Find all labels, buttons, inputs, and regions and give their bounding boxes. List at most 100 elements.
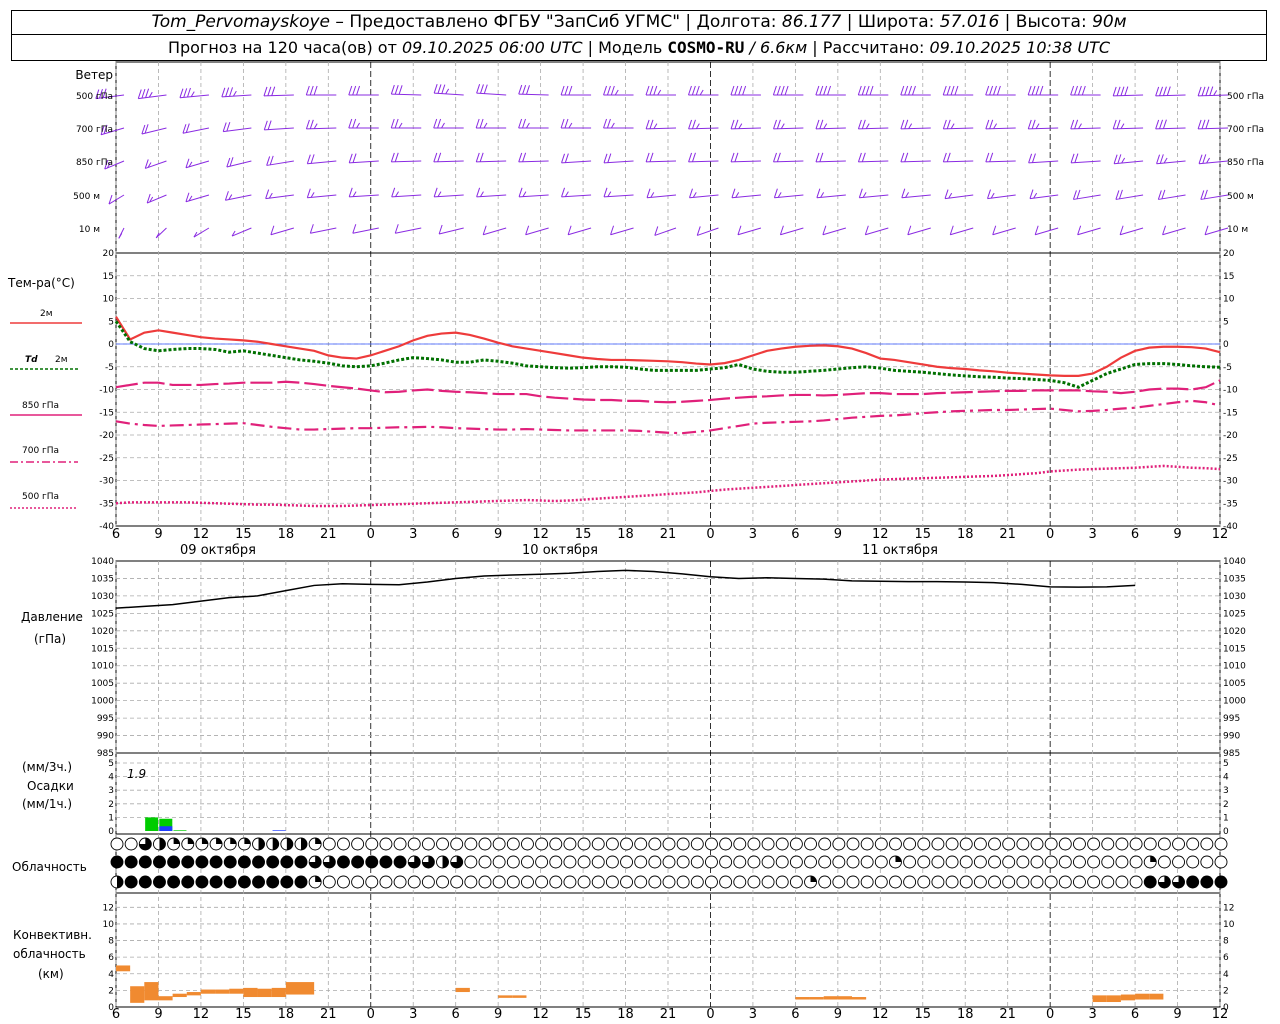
x-tick-label: 15 — [575, 527, 592, 542]
y-tick-label-right: -30 — [1223, 477, 1238, 487]
y-tick-label-right: 2 — [1223, 986, 1229, 996]
convective-bar — [795, 997, 810, 1000]
wind-barb-feather — [352, 224, 357, 234]
wind-barb-feather — [1077, 225, 1082, 235]
cloud-symbol — [223, 855, 237, 869]
wind-barb-feather — [908, 85, 913, 96]
wind-barb-feather — [1118, 189, 1123, 200]
wind-barb-feather — [730, 152, 735, 163]
wind-barb-feather — [734, 152, 739, 162]
wind-barb-feather — [1205, 119, 1210, 129]
cloud-symbol — [1172, 855, 1185, 869]
cloud-symbol — [110, 837, 124, 851]
x-tick-label: 6 — [791, 1007, 799, 1022]
x-tick-label: 0 — [1046, 1007, 1054, 1022]
y-tick-label-right: 1 — [1223, 813, 1229, 823]
wind-barb-feather — [996, 85, 1001, 96]
cloud-symbol — [620, 875, 633, 889]
y-tick-label: 1030 — [91, 592, 114, 602]
cloud-symbol — [478, 837, 492, 851]
y-tick-label-right: 1035 — [1223, 574, 1246, 584]
x-tick-label: 9 — [834, 527, 842, 542]
x-tick-label: 12 — [872, 1007, 889, 1022]
wind-barb-feather — [1124, 86, 1129, 96]
conv-unit: (км) — [38, 967, 64, 981]
cloud-symbol — [407, 875, 421, 889]
cloud-symbol — [237, 855, 251, 869]
cloud-symbol — [1115, 855, 1129, 869]
cloud-symbol — [167, 855, 181, 869]
y-tick-label-right: 10 — [1223, 295, 1235, 305]
cloud-symbol — [860, 837, 874, 851]
cloud-symbol — [1016, 875, 1030, 889]
y-tick-label-right: 985 — [1223, 749, 1240, 759]
wind-barb-feather — [441, 84, 446, 94]
cloud-symbol — [492, 855, 506, 869]
cloud-symbol — [789, 855, 803, 869]
wind-barb-feather — [568, 85, 573, 96]
y-tick-label: 20 — [103, 249, 115, 259]
cloud-fill — [159, 838, 166, 850]
wind-barb-feather — [560, 118, 565, 129]
wind-barb-feather — [229, 157, 234, 167]
cloud-symbol — [464, 875, 478, 889]
wind-barb-feather — [1078, 123, 1082, 129]
cloud-symbol — [1200, 855, 1214, 869]
wind-barb-feather — [483, 84, 488, 94]
wind-barb-feather — [610, 122, 615, 129]
cloud-symbol — [889, 837, 902, 851]
wind-barb-feather — [653, 85, 658, 96]
cloud-symbol — [294, 855, 308, 869]
x-tick-label: 15 — [914, 527, 931, 542]
cloud-symbol — [521, 855, 534, 869]
wind-barb-feather — [1204, 225, 1209, 235]
y-tick-label-right: 5 — [1223, 317, 1229, 327]
y-tick-label: 2 — [108, 986, 114, 996]
wind-barb-feather — [1159, 154, 1164, 164]
cloud-symbol — [733, 875, 747, 889]
wind-barb-feather — [908, 123, 913, 129]
cloud-symbol — [450, 837, 464, 851]
wind-barb-feather — [819, 152, 824, 162]
cloud-fill — [216, 838, 223, 844]
convective-bar — [257, 988, 272, 998]
convective-bar — [1092, 995, 1107, 1003]
cloud-symbol — [973, 837, 987, 851]
cloud-symbol — [322, 837, 336, 851]
y-tick-label-right: 0 — [1223, 340, 1229, 350]
cloud-symbol — [393, 855, 407, 869]
wind-barb-feather — [911, 85, 916, 96]
wind-barb-feather — [526, 85, 530, 95]
wind-barb-feather — [267, 86, 272, 96]
wind-barb-feather — [857, 85, 862, 96]
cloud-symbol — [789, 837, 803, 851]
wind-barb-feather — [561, 153, 566, 163]
legend-500-label: 500 гПа — [22, 492, 59, 502]
cloud-symbol — [563, 875, 577, 889]
wind-barb-feather — [309, 85, 314, 96]
x-tick-label: 3 — [749, 527, 757, 542]
wind-barb-feather — [263, 120, 268, 130]
cloud-symbol — [1016, 837, 1030, 851]
convective-bar — [243, 987, 258, 998]
wind-barb-feather — [653, 123, 658, 129]
wind-barb-feather — [394, 152, 399, 162]
wind-barb-feather — [1205, 86, 1210, 96]
wind-barb-feather — [306, 154, 311, 164]
cloud-fill — [258, 838, 265, 850]
wind-barb-feather — [734, 85, 739, 96]
wind-barb-feather — [603, 153, 608, 163]
wind-barb-feather — [437, 191, 442, 197]
cloud-symbol — [1101, 855, 1115, 869]
cloud-symbol — [620, 855, 633, 869]
legend-td-label: Td — [25, 355, 38, 365]
cloud-symbol — [450, 875, 464, 889]
cloud-symbol — [153, 875, 166, 889]
wind-barb-feather — [1166, 86, 1171, 96]
wind-barb-feather — [306, 188, 311, 198]
wind-barb-feather — [1074, 119, 1079, 129]
x-tick-label: 0 — [706, 527, 714, 542]
wind-barb-shaft — [270, 227, 294, 236]
y-tick-label: 995 — [97, 714, 114, 724]
wind-barb-feather — [614, 89, 619, 96]
